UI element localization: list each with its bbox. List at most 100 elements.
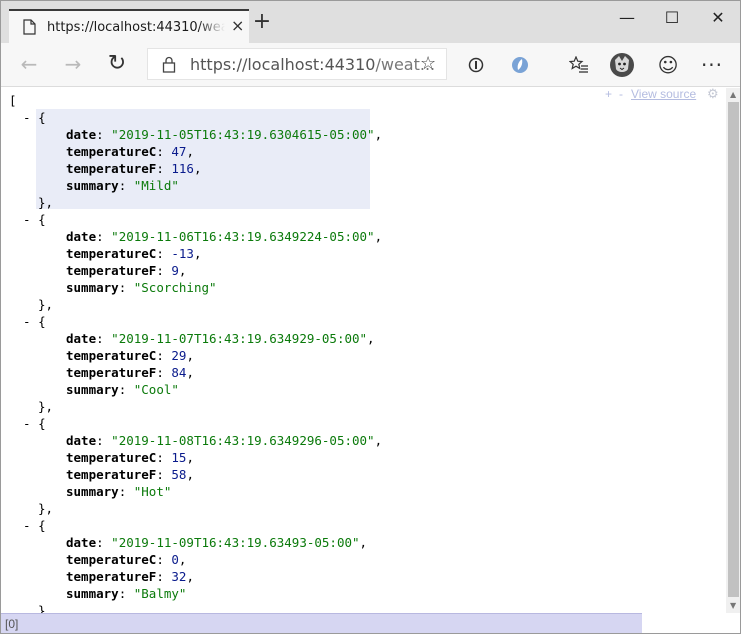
comma: , bbox=[186, 450, 194, 465]
json-key: summary bbox=[66, 382, 119, 397]
json-value: 58 bbox=[171, 467, 187, 482]
browser-window: https://localhost:44310/weatherforecast … bbox=[0, 0, 741, 634]
url-host: https://localhost:44310 bbox=[190, 55, 376, 74]
json-key: summary bbox=[66, 178, 119, 193]
profile-avatar-icon[interactable] bbox=[609, 52, 635, 78]
tab-weatherforecast[interactable]: https://localhost:44310/weatherforecast … bbox=[9, 9, 249, 43]
json-property: temperatureC: 47, bbox=[66, 143, 194, 160]
json-key: date bbox=[66, 433, 97, 448]
extension-info-icon[interactable] bbox=[463, 52, 489, 78]
minimize-button[interactable]: — bbox=[604, 7, 650, 31]
json-value: 29 bbox=[171, 348, 187, 363]
json-object-close: }, bbox=[38, 500, 53, 517]
back-button[interactable]: ← bbox=[17, 53, 41, 77]
colon: : bbox=[118, 178, 134, 193]
comma: , bbox=[186, 348, 194, 363]
json-key: summary bbox=[66, 586, 119, 601]
open-brace: { bbox=[38, 110, 46, 125]
json-key: temperatureF bbox=[66, 161, 157, 176]
collapse-toggle[interactable]: - bbox=[23, 212, 38, 227]
json-object-open: - { bbox=[23, 415, 46, 432]
extension-drop-icon[interactable] bbox=[507, 52, 533, 78]
colon: : bbox=[118, 586, 134, 601]
json-property: summary: "Hot" bbox=[66, 483, 171, 500]
comma: , bbox=[178, 552, 187, 567]
more-menu-icon[interactable]: ··· bbox=[699, 52, 725, 78]
json-key: temperatureC bbox=[66, 144, 157, 159]
json-property: temperatureF: 58, bbox=[66, 466, 194, 483]
close-window-button[interactable]: ✕ bbox=[695, 7, 740, 31]
json-property: temperatureC: 29, bbox=[66, 347, 194, 364]
json-key: date bbox=[66, 535, 97, 550]
collapse-toggle[interactable]: - bbox=[23, 518, 38, 533]
comma: , bbox=[186, 467, 194, 482]
comma: , bbox=[186, 365, 194, 380]
scroll-up-arrow-icon[interactable]: ▲ bbox=[730, 90, 736, 99]
maximize-button[interactable]: ☐ bbox=[649, 7, 695, 31]
comma: , bbox=[374, 433, 383, 448]
tab-close-icon[interactable]: × bbox=[231, 18, 244, 34]
json-property: date: "2019-11-08T16:43:19.6349296-05:00… bbox=[66, 432, 382, 449]
favorites-list-icon[interactable] bbox=[566, 52, 592, 78]
address-bar[interactable]: https://localhost:44310/weat... ☆ bbox=[147, 48, 447, 80]
tab-strip: https://localhost:44310/weatherforecast … bbox=[1, 1, 740, 43]
json-key: summary bbox=[66, 484, 119, 499]
json-object-open: - { bbox=[23, 211, 46, 228]
json-key: date bbox=[66, 127, 97, 142]
json-property: date: "2019-11-05T16:43:19.6304615-05:00… bbox=[66, 126, 382, 143]
collapse-toggle[interactable]: - bbox=[23, 416, 38, 431]
address-url: https://localhost:44310/weat... bbox=[190, 55, 435, 74]
json-property: temperatureC: 15, bbox=[66, 449, 194, 466]
colon: : bbox=[96, 331, 112, 346]
close-brace: } bbox=[38, 603, 46, 613]
colon: : bbox=[96, 229, 112, 244]
view-source-link[interactable]: View source bbox=[631, 88, 696, 101]
scroll-thumb[interactable] bbox=[728, 102, 739, 597]
feedback-smile-icon[interactable]: ☺ bbox=[655, 52, 681, 78]
json-object-close: }, bbox=[38, 194, 53, 211]
open-brace: { bbox=[38, 314, 46, 329]
json-property: temperatureC: 0, bbox=[66, 551, 186, 568]
settings-gear-icon[interactable]: ⚙ bbox=[707, 88, 719, 102]
json-array-open: [ bbox=[9, 92, 17, 109]
json-value: "2019-11-07T16:43:19.634929-05:00" bbox=[111, 331, 368, 346]
json-value: "Mild" bbox=[133, 178, 179, 193]
expand-all-button[interactable]: + bbox=[605, 88, 612, 101]
comma: , bbox=[178, 263, 187, 278]
new-tab-button[interactable]: + bbox=[252, 11, 272, 33]
json-key: temperatureF bbox=[66, 467, 157, 482]
json-key: temperatureC bbox=[66, 348, 157, 363]
json-value: 116 bbox=[171, 161, 194, 176]
colon: : bbox=[156, 348, 172, 363]
open-brace: { bbox=[38, 212, 46, 227]
json-key: temperatureF bbox=[66, 263, 157, 278]
json-key: temperatureF bbox=[66, 365, 157, 380]
close-brace: }, bbox=[38, 399, 54, 414]
collapse-toggle[interactable]: - bbox=[23, 110, 38, 125]
json-key: temperatureF bbox=[66, 569, 157, 584]
scroll-down-arrow-icon[interactable]: ▼ bbox=[730, 601, 736, 610]
comma: , bbox=[359, 535, 368, 550]
colon: : bbox=[156, 552, 172, 567]
open-bracket: [ bbox=[9, 93, 17, 108]
collapse-all-button[interactable]: - bbox=[619, 88, 623, 101]
vertical-scrollbar[interactable]: ▲ ▼ bbox=[726, 88, 740, 613]
colon: : bbox=[96, 433, 112, 448]
json-object-close: } bbox=[38, 602, 46, 613]
collapse-toggle[interactable]: - bbox=[23, 314, 38, 329]
favorite-star-icon[interactable]: ☆ bbox=[420, 53, 436, 74]
json-value: "2019-11-05T16:43:19.6304615-05:00" bbox=[111, 127, 375, 142]
json-value: 47 bbox=[171, 144, 187, 159]
json-value: 9 bbox=[171, 263, 179, 278]
open-brace: { bbox=[38, 518, 46, 533]
colon: : bbox=[156, 569, 172, 584]
json-property: summary: "Cool" bbox=[66, 381, 179, 398]
forward-button[interactable]: → bbox=[61, 53, 85, 77]
colon: : bbox=[156, 450, 172, 465]
close-brace: }, bbox=[38, 297, 54, 312]
json-value: -13 bbox=[171, 246, 194, 261]
json-path-bar: [0] bbox=[1, 613, 642, 633]
colon: : bbox=[156, 365, 172, 380]
json-key: temperatureC bbox=[66, 552, 157, 567]
refresh-button[interactable]: ↻ bbox=[105, 53, 129, 77]
